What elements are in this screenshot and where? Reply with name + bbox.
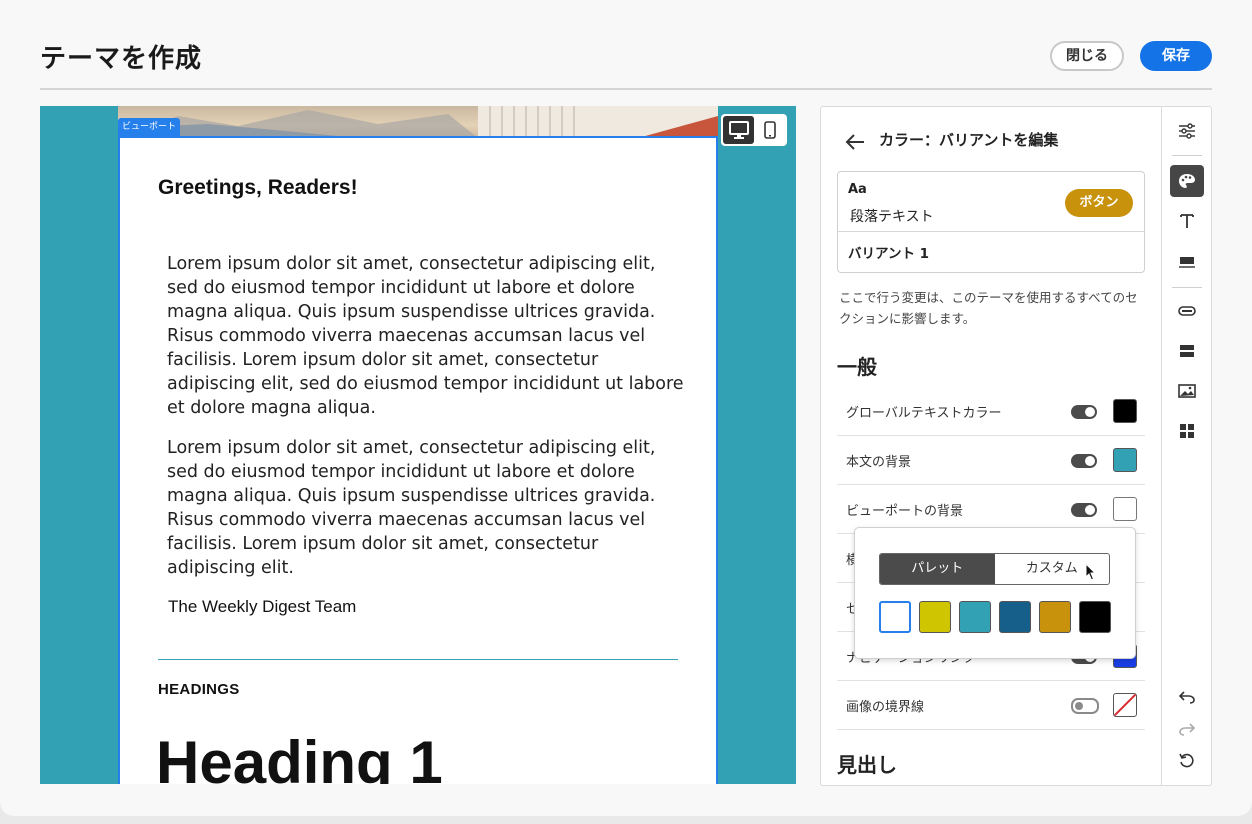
close-button[interactable]: 閉じる (1050, 41, 1124, 71)
headings-section-title: 見出し (837, 753, 897, 777)
setting-toggle[interactable] (1071, 405, 1097, 419)
email-divider (158, 659, 678, 660)
setting-label: 画像の境界線 (846, 700, 925, 715)
email-greeting: Greetings, Readers! (158, 176, 358, 199)
grid-icon[interactable] (1170, 415, 1204, 447)
setting-toggle[interactable] (1071, 454, 1097, 468)
variant-name: バリアント 1 (848, 246, 930, 262)
divider-icon[interactable] (1170, 245, 1204, 277)
variant-paragraph-text: 段落テキスト (850, 209, 934, 225)
mouse-cursor-icon (1085, 562, 1097, 585)
variant-preview-card: Aa 段落テキスト ボタン バリアント 1 (837, 171, 1145, 273)
email-signature: The Weekly Digest Team (168, 597, 357, 616)
back-arrow-icon[interactable] (845, 131, 865, 155)
mobile-icon (763, 121, 776, 139)
settings-sliders-icon[interactable] (1170, 115, 1204, 147)
color-variant-editor: カラー：バリアントを編集 Aa 段落テキスト ボタン バリアント 1 ここで行う… (821, 107, 1161, 785)
setting-toggle[interactable] (1071, 503, 1097, 517)
redo-icon[interactable] (1170, 713, 1204, 745)
color-swatch[interactable] (1113, 497, 1137, 521)
text-icon[interactable] (1170, 205, 1204, 237)
tool-rail (1161, 107, 1211, 785)
color-swatch[interactable] (1113, 399, 1137, 423)
device-toggle (721, 114, 787, 146)
panel-heading: カラー：バリアントを編集 (879, 131, 1059, 149)
palette-swatches (879, 601, 1111, 633)
reset-icon[interactable] (1170, 745, 1204, 777)
email-paragraph-1: Lorem ipsum dolor sit amet, consectetur … (167, 254, 684, 418)
palette-swatch-white[interactable] (879, 601, 911, 633)
image-icon[interactable] (1170, 375, 1204, 407)
color-swatch[interactable] (1113, 448, 1137, 472)
desktop-view-button[interactable] (723, 116, 754, 144)
layout-icon[interactable] (1170, 335, 1204, 367)
rail-divider (1172, 287, 1202, 288)
palette-swatch-black[interactable] (1079, 601, 1111, 633)
email-paragraph-2: Lorem ipsum dolor sit amet, consectetur … (167, 438, 656, 578)
desktop-icon (728, 121, 749, 139)
theme-settings-panel: カラー：バリアントを編集 Aa 段落テキスト ボタン バリアント 1 ここで行う… (820, 106, 1212, 786)
hero-image (118, 106, 718, 138)
headings-label: HEADINGS (158, 681, 240, 698)
palette-icon[interactable] (1170, 165, 1204, 197)
setting-row-global-text-color: グローバルテキストカラー (837, 387, 1145, 436)
setting-label: ビューポートの背景 (846, 504, 964, 519)
tab-palette[interactable]: パレット (880, 554, 995, 584)
picker-mode-tabs: パレット カスタム (879, 553, 1110, 585)
palette-swatch-blue[interactable] (999, 601, 1031, 633)
create-theme-dialog: テーマを作成 閉じる 保存 ビューポート Greetings, Readers!… (0, 0, 1252, 816)
setting-label: 本文の背景 (846, 455, 912, 470)
setting-toggle[interactable] (1071, 698, 1099, 714)
variant-card-divider (838, 231, 1144, 232)
palette-swatch-gold[interactable] (1039, 601, 1071, 633)
email-preview[interactable]: ビューポート Greetings, Readers! Lorem ipsum d… (40, 106, 796, 784)
save-button[interactable]: 保存 (1140, 41, 1212, 71)
undo-icon[interactable] (1170, 681, 1204, 713)
variant-aa-label: Aa (848, 182, 867, 197)
setting-row-body-background: 本文の背景 (837, 436, 1145, 485)
palette-swatch-yellow[interactable] (919, 601, 951, 633)
viewport-tag: ビューポート (118, 118, 181, 136)
color-picker-popover: パレット カスタム (854, 527, 1136, 659)
mobile-view-button[interactable] (754, 116, 785, 144)
general-section-title: 一般 (837, 355, 877, 379)
button-icon[interactable] (1170, 295, 1204, 327)
heading-1-sample: Heading 1 (156, 729, 443, 784)
info-note: ここで行う変更は、このテーマを使用するすべてのセクションに影響します。 (839, 290, 1138, 326)
palette-swatch-teal[interactable] (959, 601, 991, 633)
variant-button-sample: ボタン (1065, 189, 1133, 217)
page-title: テーマを作成 (40, 44, 203, 74)
setting-row-image-border: 画像の境界線 (837, 681, 1145, 730)
header-divider (40, 88, 1212, 90)
setting-label: グローバルテキストカラー (846, 406, 1002, 421)
rail-divider (1172, 155, 1202, 156)
no-color-swatch[interactable] (1113, 693, 1137, 717)
